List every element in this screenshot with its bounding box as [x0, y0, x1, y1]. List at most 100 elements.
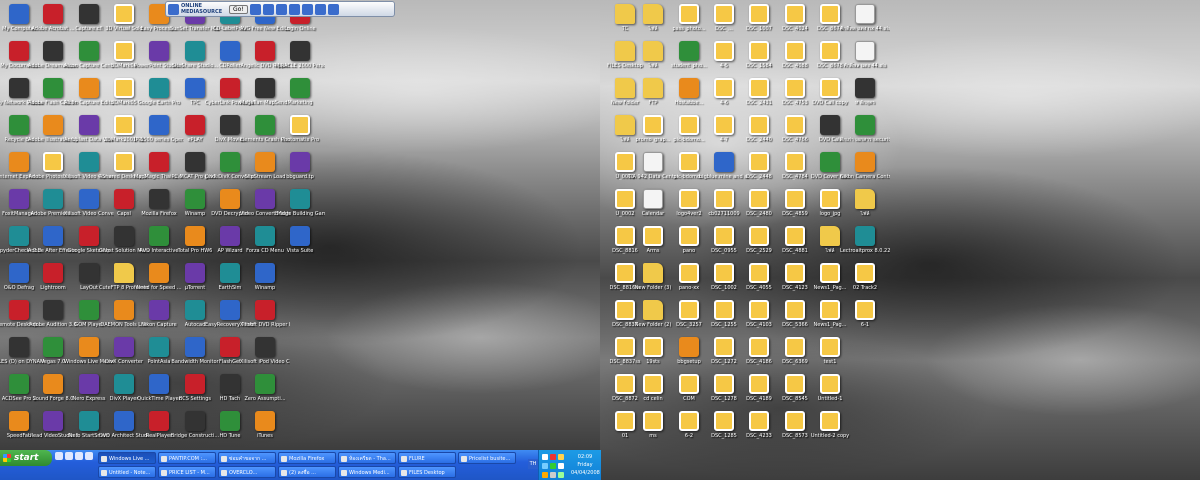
volume-icon[interactable] [558, 454, 564, 460]
toolbar-radio-icon[interactable] [301, 3, 313, 15]
display-icon[interactable] [558, 463, 564, 469]
quicklaunch-desktop-icon[interactable] [65, 452, 73, 460]
app-icon [79, 78, 99, 98]
desktop-file-icon[interactable]: ห ลักสูตร [840, 78, 890, 116]
app-icon [185, 189, 205, 209]
toolbar-media-icon[interactable] [249, 3, 261, 15]
img-icon [820, 189, 840, 209]
desktop-shortcut-icon[interactable]: iTunes [240, 411, 290, 449]
taskbar-window-button[interactable]: (2) ลงชื่อ ... [278, 466, 336, 478]
desktop-shortcut-icon[interactable]: Xilisoft iPod Video Co... [240, 337, 290, 375]
desktop-shortcut-icon[interactable]: Photomatix Pro [275, 115, 325, 153]
go-button[interactable]: Go! [229, 4, 248, 14]
app-icon [220, 300, 240, 320]
app-icon [679, 337, 699, 357]
app-icon [9, 78, 29, 98]
app-icon [220, 189, 240, 209]
taskbar: start Windows Live ... PANTIP.COM :... ซ่อ… [0, 450, 601, 480]
desktop-file-icon[interactable]: test1 [805, 337, 855, 375]
desktop-file-icon[interactable]: Nikon Camera Control Pro [840, 152, 890, 190]
taskbar-window-button[interactable]: ห้องเครียด - Tha... [338, 452, 396, 464]
desktop-shortcut-icon[interactable]: Marketing [275, 78, 325, 116]
folder-icon [820, 226, 840, 246]
desktop-shortcut-icon[interactable]: MIRACLE 2000 Personal Beta [275, 41, 325, 79]
messenger-tray-icon[interactable] [542, 463, 548, 469]
taskbar-window-button[interactable]: FILES Desktop [398, 466, 456, 478]
pdf-icon [643, 189, 663, 209]
taskbar-window-button[interactable]: FLURE [398, 452, 456, 464]
taskbar-window-button[interactable]: Pricelist busite... [458, 452, 516, 464]
desktop-file-icon[interactable]: Lectroaitprox 8.0.227 [840, 226, 890, 264]
icon-label: ห ลักสูตร [855, 100, 875, 106]
app-icon [679, 41, 699, 61]
toolbar-games-icon[interactable] [314, 3, 326, 15]
desktop-file-icon[interactable]: 02 Track2 [840, 263, 890, 301]
network-icon[interactable] [542, 454, 548, 460]
doc-icon [855, 4, 875, 24]
img-icon [749, 263, 769, 283]
desktop-right-monitor: TC ไฟล์ pass_photo... DSC_... DSC_1007 DSC_40… [600, 0, 1200, 480]
folder-icon [643, 300, 663, 320]
img-icon [820, 337, 840, 357]
app-icon [43, 411, 63, 431]
start-button[interactable]: start [0, 450, 52, 466]
desktop-file-icon[interactable]: ไฟล์ [840, 189, 890, 227]
app-icon [43, 189, 63, 209]
printer-icon[interactable] [542, 472, 548, 478]
quicklaunch-ie-icon[interactable] [55, 452, 63, 460]
clock-time[interactable]: 02:09 [571, 454, 599, 460]
app-icon [855, 115, 875, 135]
speedfan-icon[interactable] [558, 472, 564, 478]
safely-remove-icon[interactable] [550, 472, 556, 478]
taskbar-window-button[interactable]: PRICE LIST - M... [158, 466, 216, 478]
app-icon [43, 337, 63, 357]
app-icon [114, 189, 134, 209]
taskbar-window-button[interactable]: Untitled - Note... [98, 466, 156, 478]
desktop-file-icon[interactable]: ศักดิ์พล แดง nx 44.xls [840, 4, 890, 42]
desktop-shortcut-icon[interactable]: bbguard.tp [275, 152, 325, 190]
app-icon [220, 78, 240, 98]
clock-date: 04/04/2008 [571, 470, 600, 476]
antivirus-icon[interactable] [550, 454, 556, 460]
img-icon [820, 300, 840, 320]
app-icon [185, 226, 205, 246]
taskbar-window-button[interactable]: OVERCLO... [218, 466, 276, 478]
desktop-file-icon[interactable]: ดักเก่า เอกสาร security.xl... [840, 115, 890, 153]
desktop-shortcut-icon[interactable]: Winamp [240, 263, 290, 301]
update-icon[interactable] [550, 463, 556, 469]
taskbar-window-button[interactable]: Windows Medi... [338, 466, 396, 478]
icon-label: Untitled-2 copy [810, 433, 850, 439]
desktop-shortcut-icon[interactable]: Xilisoft DVD Ripper Pl... [240, 300, 290, 338]
app-icon [114, 337, 134, 357]
img-icon [785, 226, 805, 246]
desktop-file-icon[interactable]: ศักดิ์พล แดง 44.xls [840, 41, 890, 79]
app-icon [820, 152, 840, 172]
quicklaunch-media-icon[interactable] [75, 452, 83, 460]
quicklaunch-messenger-icon[interactable] [85, 452, 93, 460]
taskbar-window-button[interactable]: ซ่อมคำขอจาก ... [218, 452, 276, 464]
desktop-file-icon[interactable]: 6-1 [840, 300, 890, 338]
taskbar-window-button[interactable]: Mozilla Firefox [278, 452, 336, 464]
desktop-file-icon[interactable]: Untitled-2 copy [805, 411, 855, 449]
language-indicator[interactable]: TH [528, 459, 538, 469]
img-icon [714, 4, 734, 24]
desktop-shortcut-icon[interactable]: Vista Suite [275, 226, 325, 264]
icon-label: Untitled-1 [817, 396, 843, 402]
icon-label: Zero Assumpti... [244, 396, 286, 402]
taskbar-window-button[interactable]: Windows Live ... [98, 452, 156, 464]
app-icon [820, 115, 840, 135]
img-icon [820, 374, 840, 394]
toolbar-mail-icon[interactable] [327, 3, 339, 15]
desktop-shortcut-icon[interactable]: Zero Assumpti... [240, 374, 290, 412]
img-icon [749, 152, 769, 172]
taskbar-window-button[interactable]: PANTIP.COM :... [158, 452, 216, 464]
img-icon [679, 226, 699, 246]
toolbar-tv-icon[interactable] [288, 3, 300, 15]
toolbar-music-icon[interactable] [262, 3, 274, 15]
app-icon [855, 78, 875, 98]
desktop-file-icon[interactable]: Untitled-1 [805, 374, 855, 412]
toolbar-video-icon[interactable] [275, 3, 287, 15]
toolbar-handle-icon[interactable] [168, 3, 179, 15]
desktop-shortcut-icon[interactable]: Bridge Building Game [275, 189, 325, 227]
app-icon [149, 226, 169, 246]
